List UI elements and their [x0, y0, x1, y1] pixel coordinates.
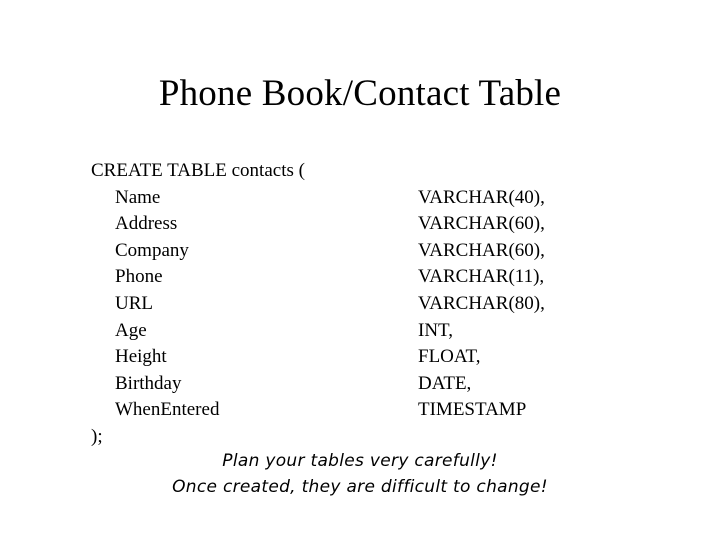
column-name: Address	[115, 213, 178, 235]
table-row: Age INT,	[91, 318, 651, 345]
sql-closing-line: );	[91, 425, 103, 447]
table-row: URL VARCHAR(80),	[91, 291, 651, 318]
column-name: Age	[115, 319, 147, 341]
sql-column-list: Name VARCHAR(40), Address VARCHAR(60), C…	[91, 185, 651, 424]
table-row: Birthday DATE,	[91, 371, 651, 398]
advice-note: Plan your tables very carefully! Once cr…	[0, 448, 720, 500]
column-type: VARCHAR(60),	[418, 213, 545, 235]
column-name: WhenEntered	[115, 399, 220, 421]
table-row: Company VARCHAR(60),	[91, 238, 651, 265]
column-name: Name	[115, 186, 161, 208]
column-type: VARCHAR(60),	[418, 239, 545, 261]
table-row: Name VARCHAR(40),	[91, 185, 651, 212]
table-row: Height FLOAT,	[91, 344, 651, 371]
column-name: URL	[115, 292, 153, 314]
column-name: Phone	[115, 266, 163, 288]
column-name: Height	[115, 346, 167, 368]
column-type: VARCHAR(80),	[418, 292, 545, 314]
column-name: Company	[115, 239, 189, 261]
table-row: Phone VARCHAR(11),	[91, 264, 651, 291]
table-row: WhenEntered TIMESTAMP	[91, 397, 651, 424]
page-title: Phone Book/Contact Table	[158, 73, 562, 114]
column-name: Birthday	[115, 372, 182, 394]
advice-note-line-2: Once created, they are difficult to chan…	[172, 477, 548, 497]
column-type: DATE,	[418, 372, 472, 394]
column-type: INT,	[418, 319, 453, 341]
column-type: TIMESTAMP	[418, 399, 527, 421]
column-type: FLOAT,	[418, 346, 481, 368]
table-row: Address VARCHAR(60),	[91, 211, 651, 238]
column-type: VARCHAR(11),	[418, 266, 545, 288]
sql-create-table-block: CREATE TABLE contacts ( Name VARCHAR(40)…	[91, 158, 651, 451]
advice-note-line-1: Plan your tables very carefully!	[222, 451, 498, 471]
column-type: VARCHAR(40),	[418, 186, 545, 208]
sql-header-line: CREATE TABLE contacts (	[91, 160, 305, 181]
